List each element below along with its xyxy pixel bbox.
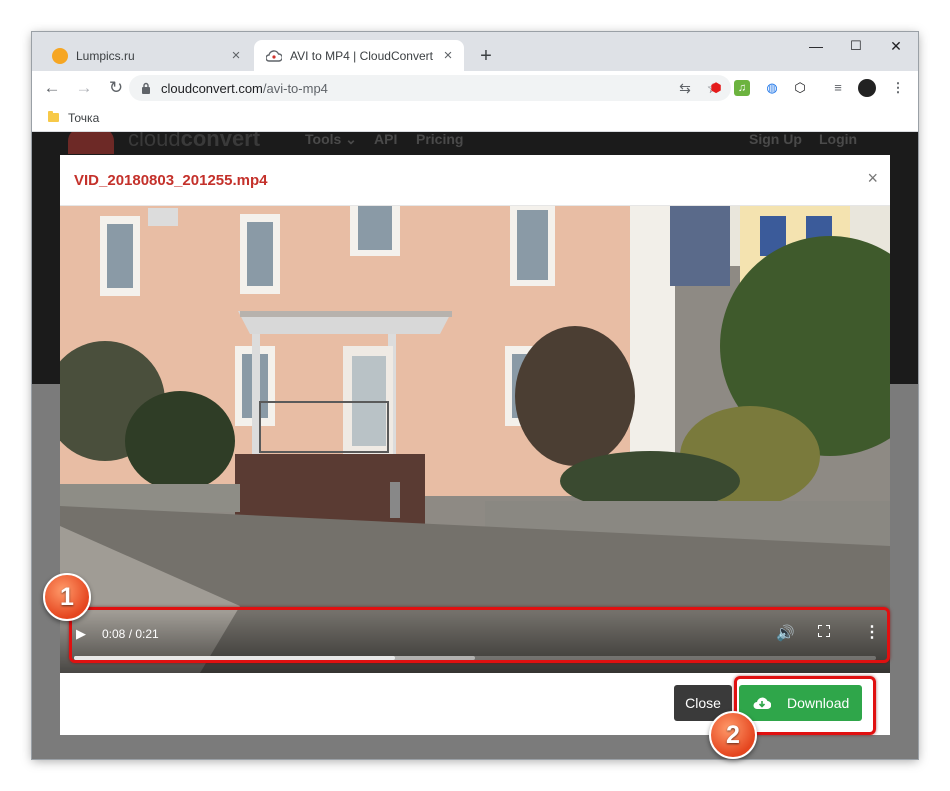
step-badge-2: 2 xyxy=(709,711,757,759)
tab-lumpics[interactable]: Lumpics.ru × xyxy=(40,40,252,71)
url-host: cloudconvert.com xyxy=(161,80,263,96)
highlight-video-controls xyxy=(69,607,890,663)
bookmark-folder-label[interactable]: Точка xyxy=(68,111,99,125)
page-content: cloudconvert Tools ⌄ API Pricing Sign Up… xyxy=(32,132,918,759)
logo-text-light: cloud xyxy=(128,132,181,151)
video-frame xyxy=(60,206,890,673)
profile-avatar[interactable] xyxy=(858,79,876,97)
bookmarks-bar: Точка xyxy=(32,104,918,132)
maximize-button[interactable]: ☐ xyxy=(838,32,874,60)
minimize-button[interactable]: — xyxy=(798,32,834,60)
music-extension-icon[interactable]: ♫ xyxy=(734,80,750,96)
step-badge-1: 1 xyxy=(43,573,91,621)
modal-title: VID_20180803_201255.mp4 xyxy=(74,172,268,189)
folder-icon xyxy=(48,111,59,122)
lock-icon xyxy=(141,82,153,94)
logo-text-bold: convert xyxy=(180,132,261,151)
tab-cloudconvert[interactable]: AVI to MP4 | CloudConvert × xyxy=(254,40,464,71)
modal-close-icon[interactable]: × xyxy=(867,168,878,189)
tab-title: AVI to MP4 | CloudConvert xyxy=(290,48,433,63)
tab-strip: Lumpics.ru × AVI to MP4 | CloudConvert ×… xyxy=(32,32,918,71)
tab-title: Lumpics.ru xyxy=(76,48,135,63)
vpn-globe-extension-icon[interactable]: ◍ xyxy=(762,78,782,98)
nav-api[interactable]: API xyxy=(374,132,397,147)
cloudconvert-favicon-icon xyxy=(266,48,282,64)
reload-icon[interactable]: ↻ xyxy=(104,76,128,100)
lumpics-favicon-icon xyxy=(52,47,68,64)
site-logo[interactable]: cloudconvert xyxy=(128,132,260,152)
media-queue-icon[interactable]: ≡ xyxy=(828,78,848,98)
video-player[interactable]: ▶ 0:08 / 0:21 🔊 ⋮ xyxy=(60,206,890,673)
translate-icon[interactable]: ⇆ xyxy=(675,78,695,98)
new-tab-button[interactable]: + xyxy=(474,44,498,68)
nav-signup[interactable]: Sign Up xyxy=(749,132,802,147)
url-path: /avi-to-mp4 xyxy=(262,80,328,96)
adblock-extension-icon[interactable]: ⬢ xyxy=(706,78,726,98)
nav-pricing[interactable]: Pricing xyxy=(416,132,463,147)
address-bar[interactable]: cloudconvert.com/avi-to-mp4 ⇆ ☆ xyxy=(129,75,731,101)
cloudconvert-logo-icon xyxy=(68,132,114,154)
back-arrow-icon[interactable]: ← xyxy=(40,76,64,100)
close-window-button[interactable]: ✕ xyxy=(878,32,914,60)
browser-menu-icon[interactable]: ⋮ xyxy=(888,78,908,98)
modal-header: VID_20180803_201255.mp4 × xyxy=(60,155,890,206)
box-extension-icon[interactable]: ⬡ xyxy=(790,78,810,98)
site-nav: cloudconvert Tools ⌄ API Pricing Sign Up… xyxy=(32,132,918,156)
tab-close-icon[interactable]: × xyxy=(228,47,244,64)
nav-login[interactable]: Login xyxy=(819,132,857,147)
nav-tools[interactable]: Tools ⌄ xyxy=(305,132,357,148)
url-text: cloudconvert.com/avi-to-mp4 xyxy=(161,81,675,96)
browser-toolbar: ← → ↻ cloudconvert.com/avi-to-mp4 ⇆ ☆ ⬢ … xyxy=(32,71,918,104)
tab-close-icon[interactable]: × xyxy=(440,47,456,64)
forward-arrow-icon[interactable]: → xyxy=(72,76,96,100)
